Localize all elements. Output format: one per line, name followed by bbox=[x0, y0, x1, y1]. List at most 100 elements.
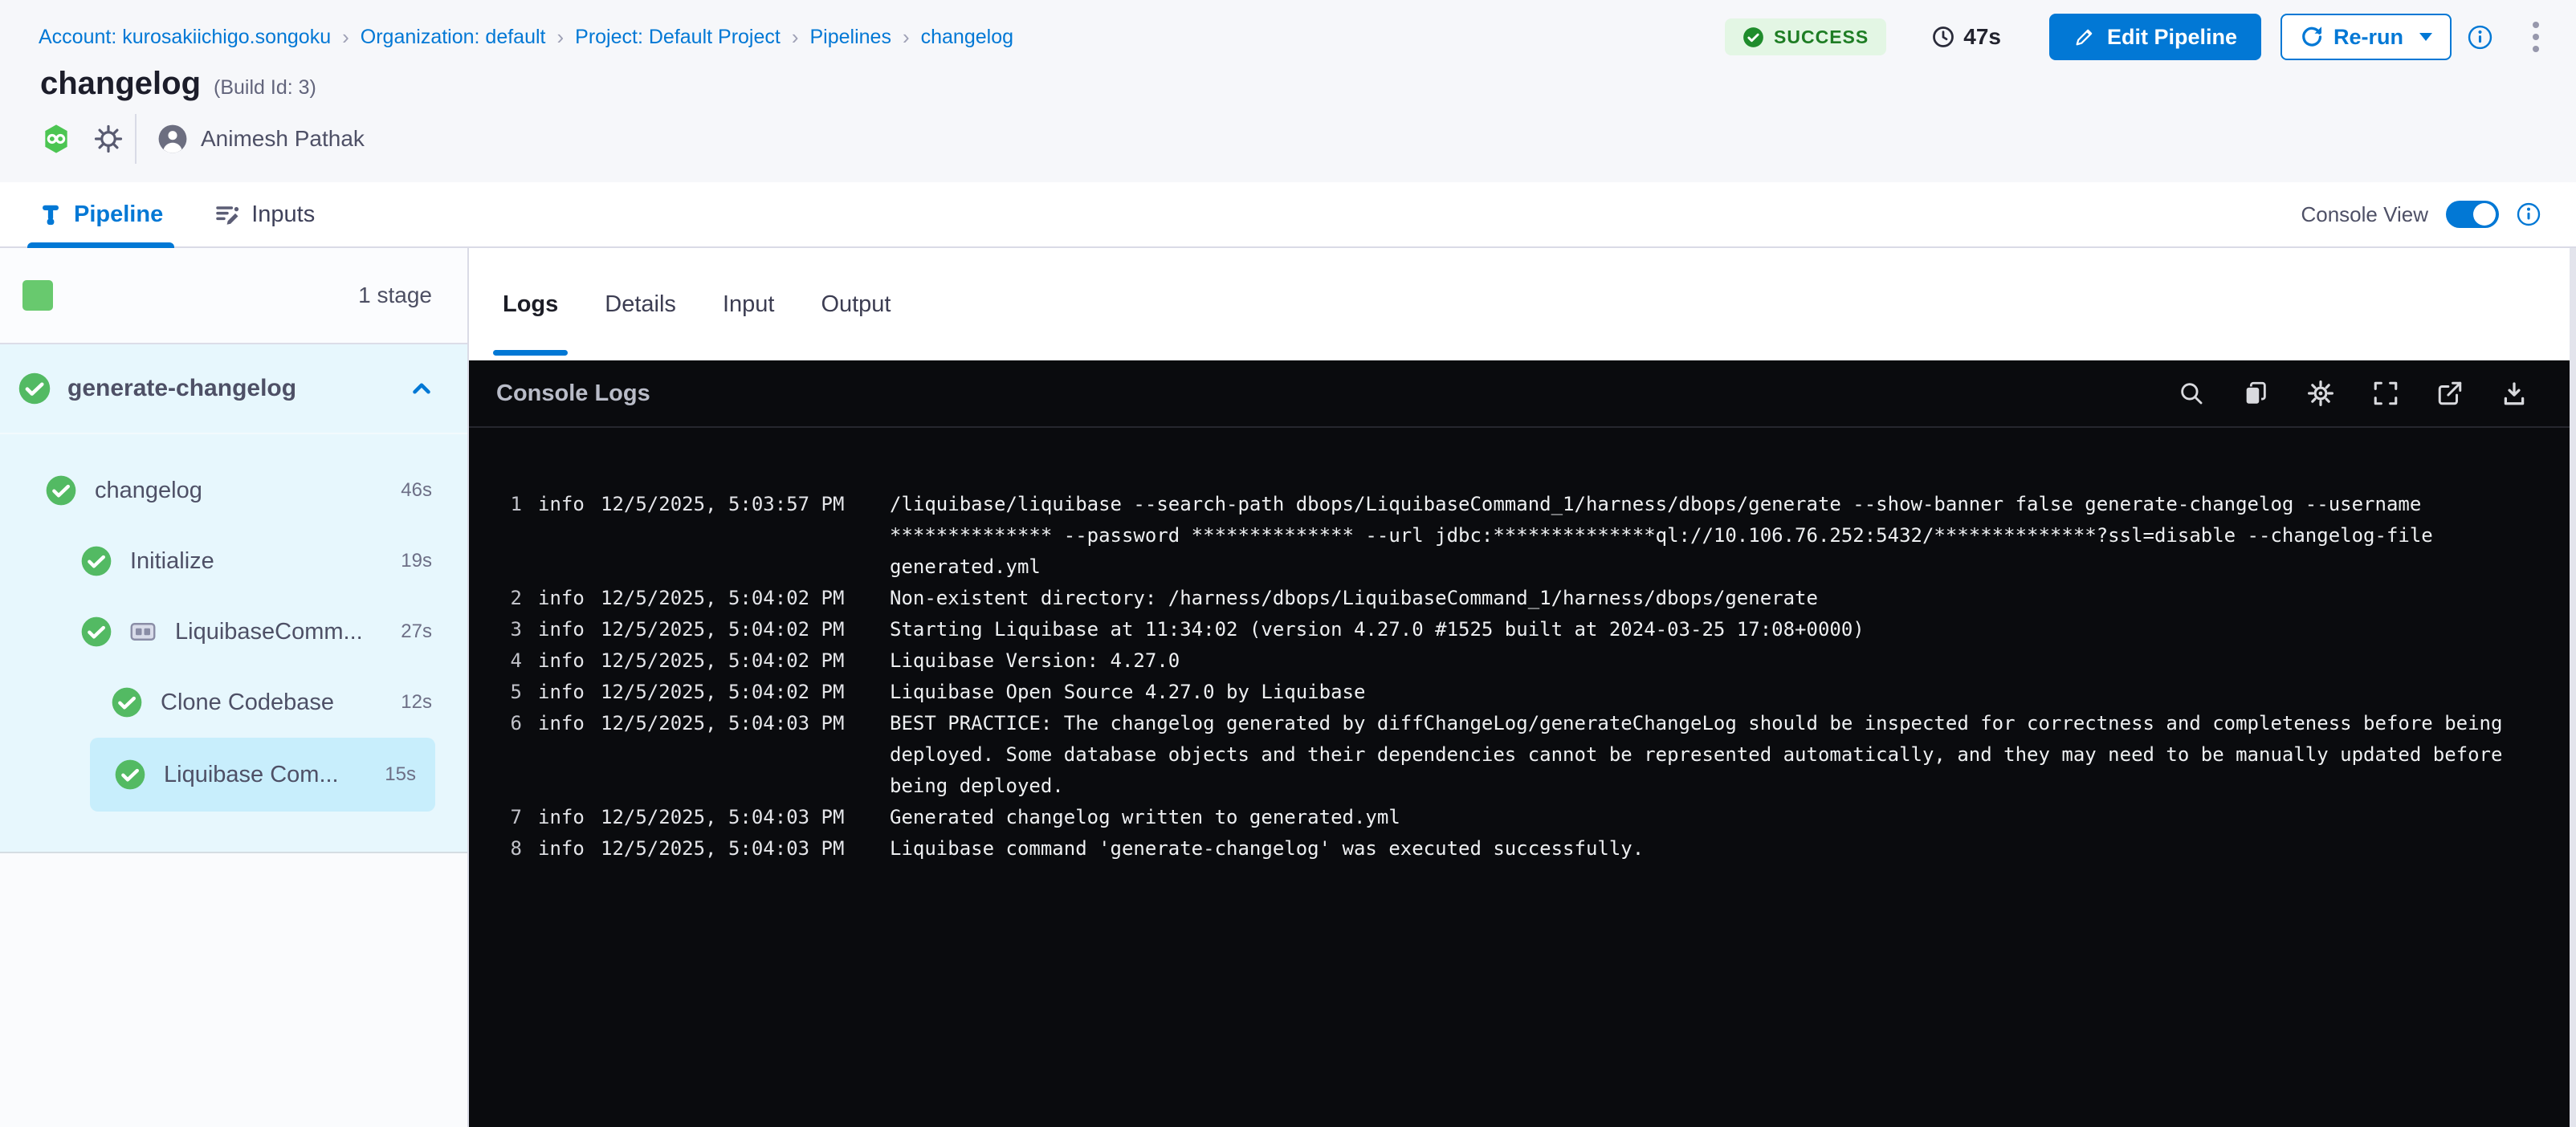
console-log-lines[interactable]: 1 info 12/5/2025, 5:03:57 PM /liquibase/… bbox=[469, 428, 2576, 865]
sidebar-empty-area bbox=[0, 853, 467, 1127]
stage-name: generate-changelog bbox=[67, 375, 296, 402]
tab-input[interactable]: Input bbox=[723, 248, 775, 360]
breadcrumb-organization[interactable]: Organization: default bbox=[361, 26, 546, 49]
log-line: 7 info 12/5/2025, 5:04:03 PM Generated c… bbox=[498, 802, 2534, 833]
step-row-initialize[interactable]: Initialize 19s bbox=[0, 526, 467, 596]
rerun-icon bbox=[2300, 25, 2324, 49]
main-tabbar: Pipeline Inputs Console View bbox=[0, 182, 2576, 248]
pencil-icon bbox=[2073, 26, 2096, 48]
step-details-panel: Logs Details Input Output Console Logs bbox=[469, 248, 2576, 1127]
breadcrumb-pipelines[interactable]: Pipelines bbox=[810, 26, 891, 49]
breadcrumb-separator: › bbox=[903, 25, 910, 50]
step-label: Liquibase Com... bbox=[164, 762, 339, 788]
step-row-liquibase-command-selected[interactable]: Liquibase Com... 15s bbox=[90, 738, 435, 812]
breadcrumb: Account: kurosakiichigo.songoku › Organi… bbox=[39, 25, 1013, 50]
tab-pipeline-label: Pipeline bbox=[74, 201, 163, 228]
log-level: info bbox=[538, 708, 585, 802]
gear-icon[interactable] bbox=[93, 124, 124, 154]
stage-row-generate-changelog[interactable]: generate-changelog bbox=[0, 344, 467, 434]
log-message: /liquibase/liquibase --search-path dbops… bbox=[890, 489, 2534, 583]
open-in-new-icon[interactable] bbox=[2436, 380, 2464, 407]
more-options-icon[interactable] bbox=[2528, 17, 2544, 57]
log-line: 8 info 12/5/2025, 5:04:03 PM Liquibase c… bbox=[498, 833, 2534, 865]
chevron-up-icon[interactable] bbox=[408, 375, 435, 402]
copy-icon[interactable] bbox=[2242, 380, 2269, 407]
check-circle-icon bbox=[18, 372, 51, 405]
tab-output[interactable]: Output bbox=[821, 248, 891, 360]
step-duration: 27s bbox=[401, 620, 432, 643]
step-row-liquibase-command-group[interactable]: LiquibaseComm... 27s bbox=[0, 596, 467, 667]
log-timestamp: 12/5/2025, 5:03:57 PM bbox=[601, 489, 874, 583]
download-icon[interactable] bbox=[2501, 380, 2528, 407]
execution-sidebar: 1 stage generate-changelog bbox=[0, 248, 469, 1127]
log-level: info bbox=[538, 677, 585, 708]
stage-tree: generate-changelog changelog 46s bbox=[0, 344, 467, 853]
log-message: BEST PRACTICE: The changelog generated b… bbox=[890, 708, 2534, 802]
stage-summary-row: 1 stage bbox=[0, 248, 467, 344]
settings-icon[interactable] bbox=[2306, 379, 2335, 408]
check-circle-icon bbox=[45, 474, 77, 507]
log-line-number: 8 bbox=[498, 833, 522, 865]
log-line: 2 info 12/5/2025, 5:04:02 PM Non-existen… bbox=[498, 583, 2534, 614]
log-timestamp: 12/5/2025, 5:04:03 PM bbox=[601, 833, 874, 865]
log-line-number: 5 bbox=[498, 677, 522, 708]
info-icon[interactable] bbox=[2468, 25, 2492, 50]
step-label: changelog bbox=[95, 478, 202, 504]
log-timestamp: 12/5/2025, 5:04:02 PM bbox=[601, 614, 874, 645]
step-row-clone-codebase[interactable]: Clone Codebase 12s bbox=[0, 667, 467, 738]
tab-logs[interactable]: Logs bbox=[503, 248, 558, 360]
rerun-button[interactable]: Re-run bbox=[2280, 14, 2452, 60]
step-duration: 46s bbox=[401, 479, 432, 502]
breadcrumb-changelog[interactable]: changelog bbox=[921, 26, 1013, 49]
breadcrumb-account[interactable]: Account: kurosakiichigo.songoku bbox=[39, 26, 331, 49]
console-panel: Console Logs bbox=[469, 360, 2576, 1127]
step-label: LiquibaseComm... bbox=[175, 619, 363, 645]
log-level: info bbox=[538, 802, 585, 833]
check-circle-icon bbox=[80, 616, 112, 648]
step-detail-tabs: Logs Details Input Output bbox=[469, 248, 2576, 360]
console-view-toggle[interactable] bbox=[2446, 201, 2499, 228]
log-level: info bbox=[538, 614, 585, 645]
log-timestamp: 12/5/2025, 5:04:02 PM bbox=[601, 583, 874, 614]
log-line: 4 info 12/5/2025, 5:04:02 PM Liquibase V… bbox=[498, 645, 2534, 677]
console-view-info-icon[interactable] bbox=[2517, 202, 2541, 226]
step-duration: 15s bbox=[385, 763, 416, 786]
log-level: info bbox=[538, 489, 585, 583]
log-level: info bbox=[538, 645, 585, 677]
tab-inputs[interactable]: Inputs bbox=[214, 182, 315, 246]
fullscreen-icon[interactable] bbox=[2372, 380, 2399, 407]
log-timestamp: 12/5/2025, 5:04:02 PM bbox=[601, 645, 874, 677]
rerun-label: Re-run bbox=[2333, 25, 2403, 50]
search-icon[interactable] bbox=[2178, 380, 2205, 407]
tab-details[interactable]: Details bbox=[605, 248, 676, 360]
duration-text: 47s bbox=[1963, 24, 2001, 50]
log-line-number: 1 bbox=[498, 489, 522, 583]
log-message: Liquibase command 'generate-changelog' w… bbox=[890, 833, 2534, 865]
status-badge: SUCCESS bbox=[1725, 18, 1886, 55]
stage-count: 1 stage bbox=[358, 283, 432, 308]
build-id: (Build Id: 3) bbox=[214, 76, 316, 100]
log-line-number: 6 bbox=[498, 708, 522, 802]
log-message: Non-existent directory: /harness/dbops/L… bbox=[890, 583, 2534, 614]
check-circle-icon bbox=[80, 545, 112, 577]
log-line: 6 info 12/5/2025, 5:04:03 PM BEST PRACTI… bbox=[498, 708, 2534, 802]
step-row-changelog[interactable]: changelog 46s bbox=[0, 455, 467, 526]
log-line: 1 info 12/5/2025, 5:03:57 PM /liquibase/… bbox=[498, 489, 2534, 583]
log-level: info bbox=[538, 833, 585, 865]
edit-pipeline-button[interactable]: Edit Pipeline bbox=[2049, 14, 2261, 60]
log-line-number: 2 bbox=[498, 583, 522, 614]
log-level: info bbox=[538, 583, 585, 614]
author-name: Animesh Pathak bbox=[201, 126, 365, 152]
status-text: SUCCESS bbox=[1774, 26, 1869, 48]
log-timestamp: 12/5/2025, 5:04:03 PM bbox=[601, 708, 874, 802]
breadcrumb-project[interactable]: Project: Default Project bbox=[575, 26, 781, 49]
header: Account: kurosakiichigo.songoku › Organi… bbox=[0, 0, 2576, 182]
step-group-icon bbox=[128, 617, 157, 646]
tab-pipeline[interactable]: Pipeline bbox=[39, 182, 163, 246]
breadcrumb-separator: › bbox=[556, 25, 564, 50]
breadcrumb-separator: › bbox=[792, 25, 799, 50]
stage-status-square bbox=[22, 280, 53, 311]
inputs-icon bbox=[214, 201, 240, 227]
scrollbar[interactable] bbox=[2570, 248, 2576, 1127]
pipeline-icon bbox=[39, 202, 63, 226]
